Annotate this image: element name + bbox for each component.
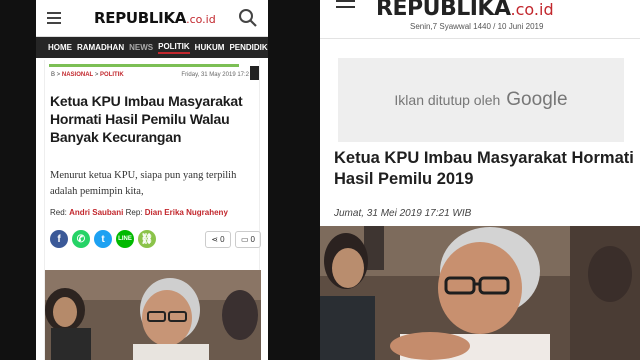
reporter-name[interactable]: Dian Erika Nugraheny bbox=[145, 208, 228, 217]
share-buttons: f ✆ t LINE ⛓ bbox=[50, 230, 156, 248]
twitter-icon[interactable]: t bbox=[94, 230, 112, 248]
article-photo bbox=[320, 226, 640, 360]
facebook-icon[interactable]: f bbox=[50, 230, 68, 248]
nav-ramadhan[interactable]: RAMADHAN bbox=[77, 43, 124, 52]
nav-bar: HOME RAMADHAN NEWS POLITIK HUKUM PENDIDI… bbox=[36, 37, 268, 58]
right-screenshot: REPUBLIKA.co.id Senin,7 Syawwal 1440 / 1… bbox=[320, 0, 640, 360]
article-time: Jumat, 31 Mei 2019 17:21 WIB bbox=[334, 208, 472, 219]
comment-icon: ▭ bbox=[240, 235, 249, 244]
nav-news[interactable]: NEWS bbox=[129, 43, 153, 52]
nav-politik[interactable]: POLITIK bbox=[158, 42, 190, 54]
reading-progress bbox=[49, 64, 239, 67]
whatsapp-icon[interactable]: ✆ bbox=[72, 230, 90, 248]
ad-text: Iklan ditutup oleh bbox=[394, 92, 501, 108]
mobile-page: REPUBLIKA.co.id HOME RAMADHAN NEWS POLIT… bbox=[36, 0, 268, 360]
search-icon[interactable] bbox=[238, 8, 258, 28]
editor-name[interactable]: Andri Saubani bbox=[69, 208, 123, 217]
breadcrumb: B > NASIONAL > POLITIK bbox=[51, 72, 124, 78]
nav-pendidikan[interactable]: PENDIDIK bbox=[229, 43, 267, 52]
site-date: Senin,7 Syawwal 1440 / 10 Juni 2019 bbox=[410, 22, 544, 31]
site-logo[interactable]: REPUBLIKA.co.id bbox=[376, 0, 554, 21]
header-divider bbox=[320, 38, 640, 39]
breadcrumb-sub[interactable]: POLITIK bbox=[100, 72, 124, 78]
article-card: B > NASIONAL > POLITIK Friday, 31 May 20… bbox=[44, 60, 261, 360]
google-logo: Google bbox=[506, 89, 568, 110]
site-logo[interactable]: REPUBLIKA.co.id bbox=[94, 9, 216, 27]
line-icon[interactable]: LINE bbox=[116, 230, 134, 248]
comment-count[interactable]: ▭ 0 bbox=[235, 231, 261, 248]
scroll-marker bbox=[250, 66, 259, 80]
share-count[interactable]: ⋖ 0 bbox=[205, 231, 231, 248]
breadcrumb-section[interactable]: NASIONAL bbox=[62, 72, 93, 78]
menu-icon[interactable] bbox=[336, 0, 358, 12]
share-icon: ⋖ bbox=[211, 235, 219, 244]
article-credit: Red: Andri Saubani Rep: Dian Erika Nugra… bbox=[50, 208, 228, 217]
article-lead: Menurut ketua KPU, siapa pun yang terpil… bbox=[50, 170, 237, 197]
article-date: Friday, 31 May 2019 17:2 bbox=[181, 72, 249, 78]
article-photo bbox=[45, 270, 261, 360]
link-icon[interactable]: ⛓ bbox=[138, 230, 156, 248]
nav-hukum[interactable]: HUKUM bbox=[195, 43, 225, 52]
article-title: Ketua KPU Imbau Masyarakat Hormati Hasil… bbox=[334, 149, 634, 188]
nav-home[interactable]: HOME bbox=[48, 43, 72, 52]
left-screenshot: REPUBLIKA.co.id HOME RAMADHAN NEWS POLIT… bbox=[0, 0, 320, 360]
site-header: REPUBLIKA.co.id bbox=[36, 0, 268, 37]
ad-closed-notice: Iklan ditutup oleh Google bbox=[338, 58, 624, 142]
menu-icon[interactable] bbox=[44, 0, 72, 37]
article-title: Ketua KPU Imbau Masyarakat Hormati Hasil… bbox=[50, 93, 243, 145]
